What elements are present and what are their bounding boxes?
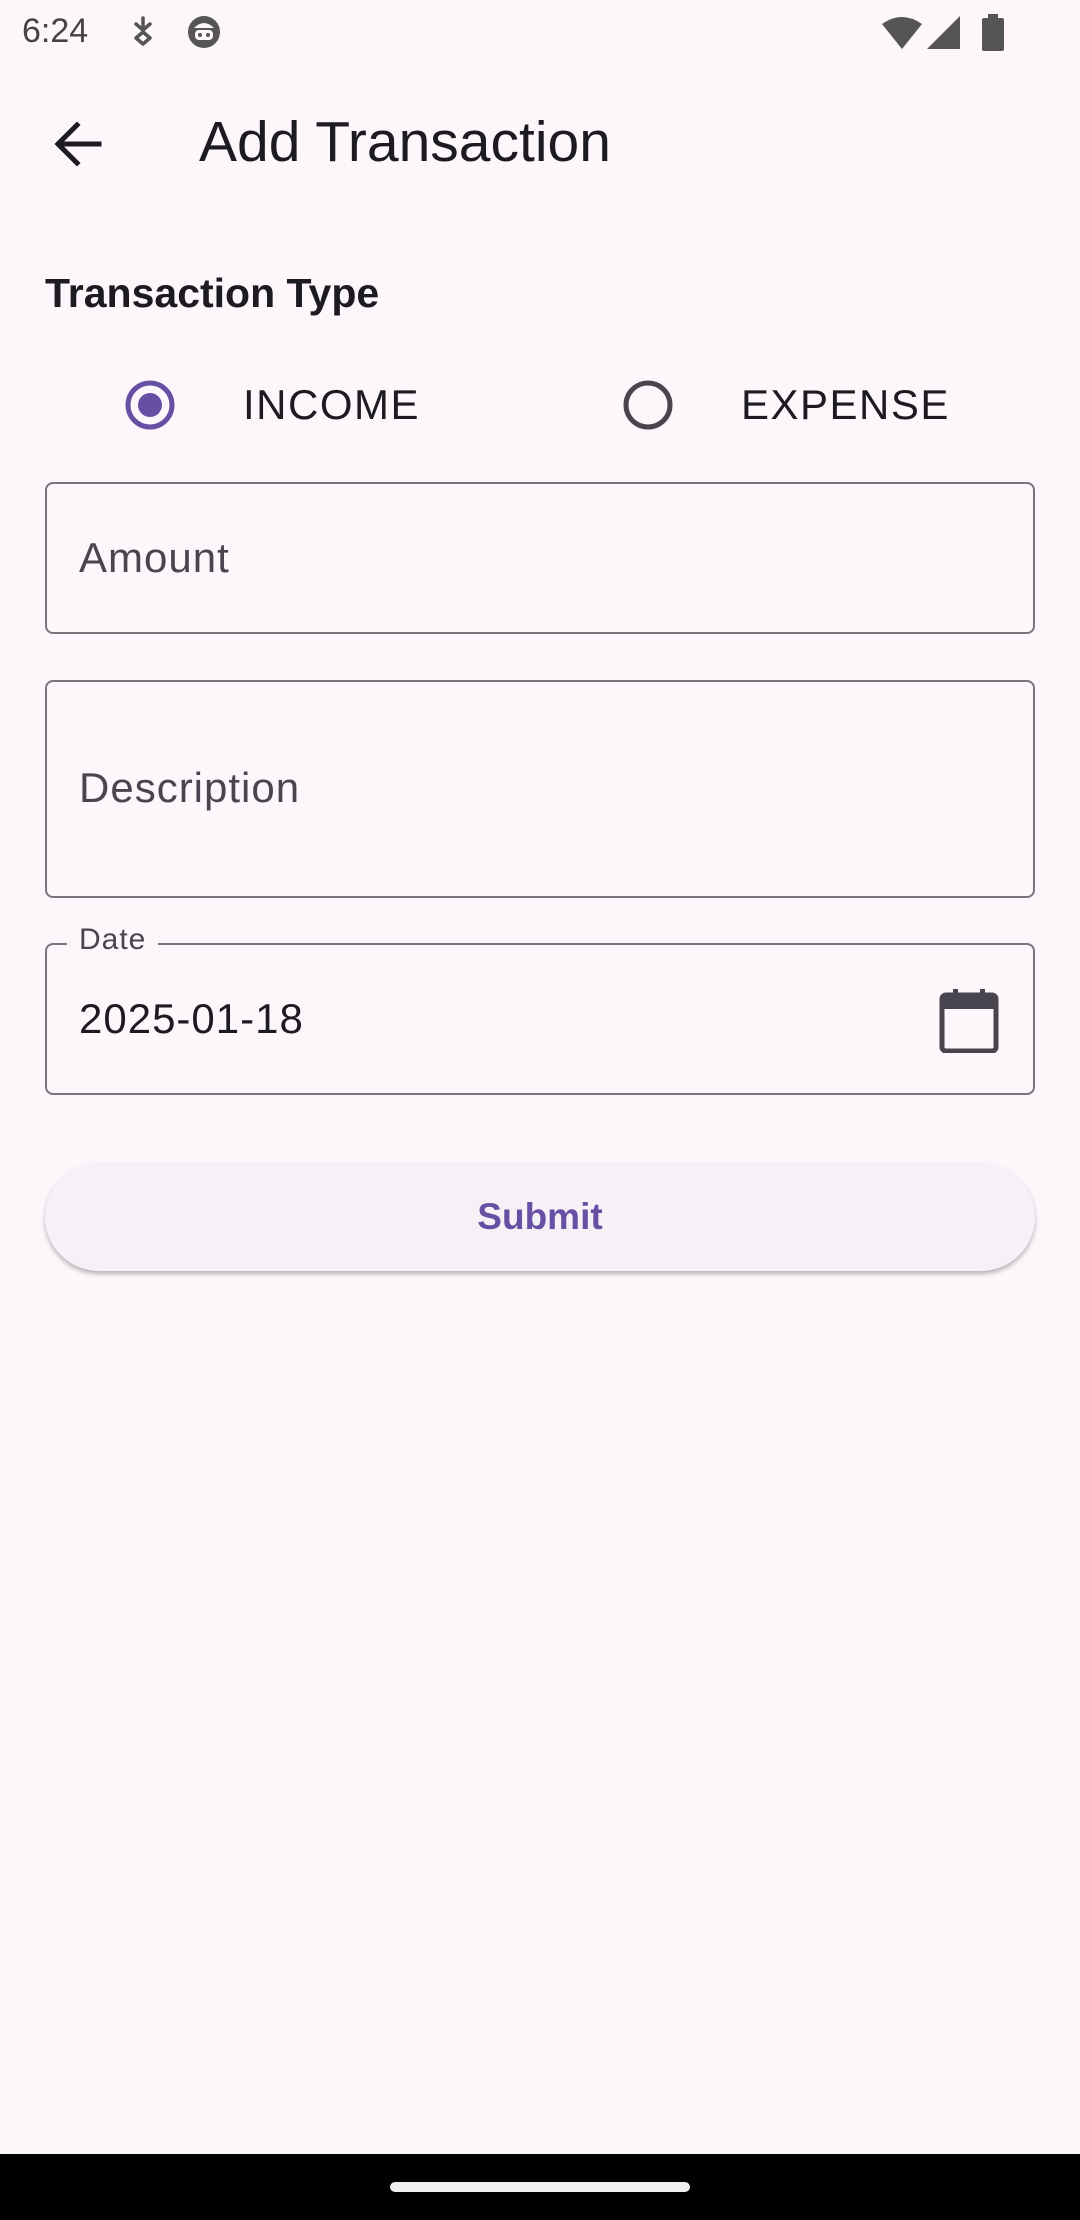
- radio-selected-icon[interactable]: [110, 365, 190, 445]
- radio-label-expense: EXPENSE: [741, 381, 950, 428]
- radio-option-income[interactable]: INCOME: [110, 365, 420, 445]
- radio-label-income: INCOME: [243, 381, 420, 428]
- amount-field[interactable]: Amount: [45, 482, 1035, 634]
- description-field[interactable]: Description: [45, 680, 1035, 898]
- usb-debug-icon: [128, 14, 158, 55]
- notification-face-icon: [186, 14, 222, 55]
- home-gesture-handle[interactable]: [390, 2182, 690, 2192]
- submit-label: Submit: [477, 1196, 603, 1237]
- status-bar: 6:24: [0, 0, 1080, 66]
- radio-unselected-icon[interactable]: [608, 365, 688, 445]
- arrow-back-icon: [53, 120, 103, 171]
- wifi-icon: [880, 16, 924, 55]
- page-title: Add Transaction: [199, 110, 611, 174]
- radio-option-expense[interactable]: EXPENSE: [608, 365, 950, 445]
- date-field[interactable]: Date 2025-01-18: [45, 923, 1035, 1095]
- calendar-icon[interactable]: [939, 989, 999, 1054]
- back-button[interactable]: [38, 106, 118, 186]
- battery-icon: [980, 14, 1006, 57]
- description-placeholder: Description: [79, 764, 301, 811]
- date-label: Date: [67, 923, 159, 957]
- date-value: 2025-01-18: [79, 995, 304, 1042]
- transaction-type-label: Transaction Type: [45, 270, 380, 316]
- amount-placeholder: Amount: [79, 534, 230, 581]
- navigation-bar: [0, 2154, 1080, 2220]
- submit-button[interactable]: Submit: [45, 1163, 1035, 1271]
- signal-icon: [926, 16, 962, 55]
- status-time: 6:24: [22, 12, 89, 50]
